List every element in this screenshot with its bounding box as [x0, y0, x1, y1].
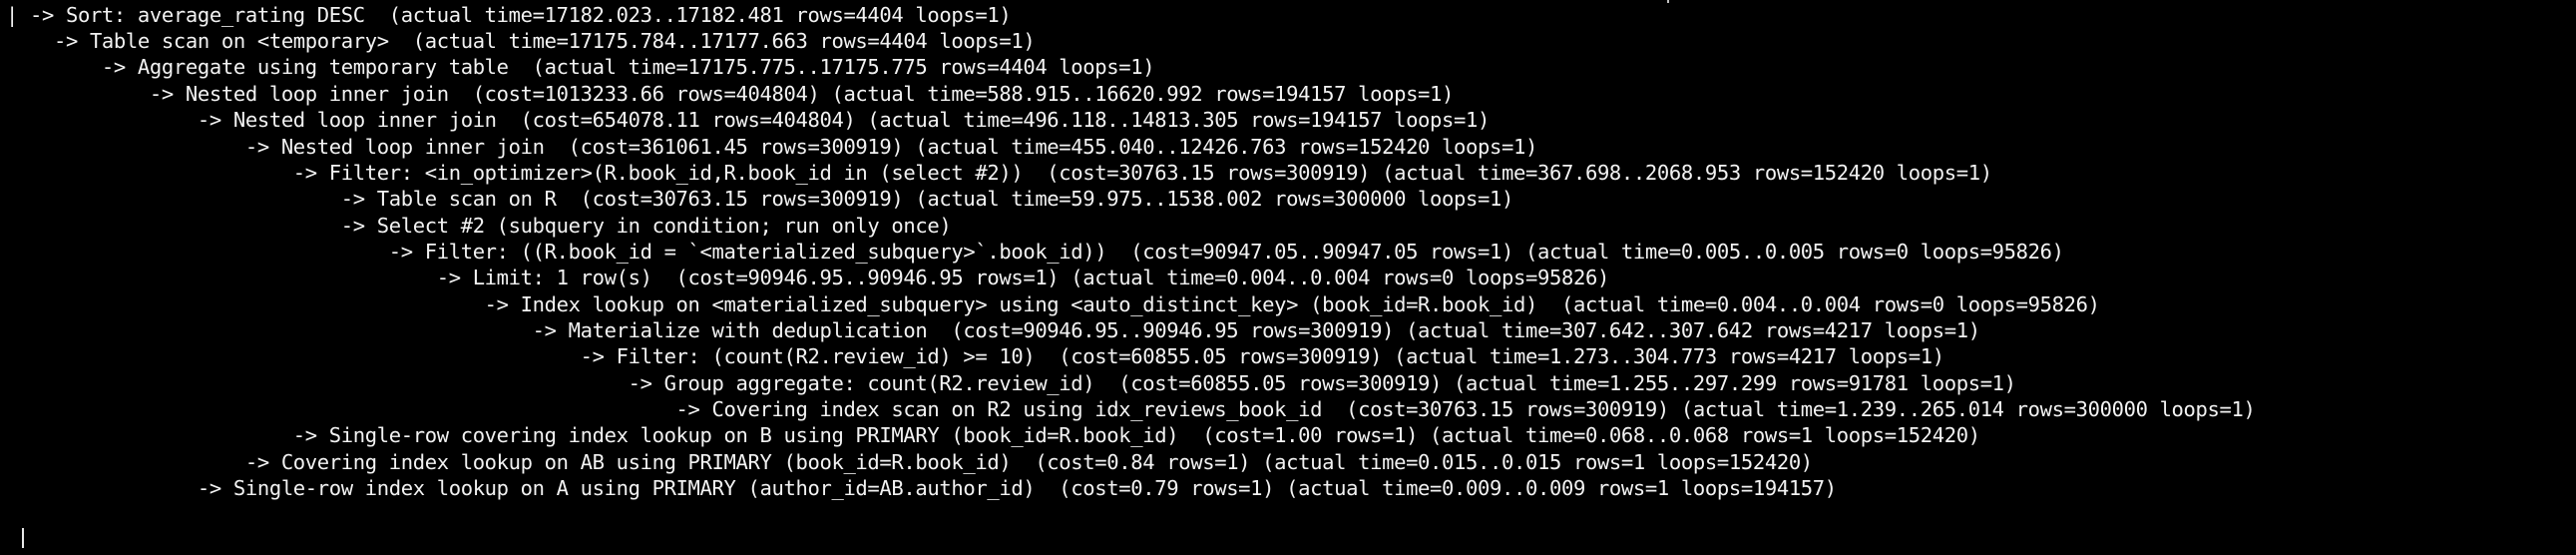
plan-line-sort: | -> Sort: average_rating DESC (actual t…	[6, 3, 1012, 27]
plan-line-table-scan-temporary: -> Table scan on <temporary> (actual tim…	[6, 29, 1036, 53]
plan-line-covering-lookup-ab: -> Covering index lookup on AB using PRI…	[6, 450, 1813, 474]
plan-line-index-lookup-materialized: -> Index lookup on <materialized_subquer…	[6, 292, 2100, 316]
plan-line-single-row-lookup-a: -> Single-row index lookup on A using PR…	[6, 476, 1837, 500]
text-cursor	[22, 528, 24, 548]
plan-line-select-2: -> Select #2 (subquery in condition; run…	[6, 214, 952, 238]
plan-line-nested-loop-2: -> Nested loop inner join (cost=654078.1…	[6, 108, 1491, 132]
top-divider	[1667, 0, 1669, 3]
plan-line-table-scan-r: -> Table scan on R (cost=30763.15 rows=3…	[6, 187, 1514, 211]
plan-line-filter-count: -> Filter: (count(R2.review_id) >= 10) (…	[6, 344, 1944, 368]
plan-line-limit: -> Limit: 1 row(s) (cost=90946.95..90946…	[6, 266, 1610, 289]
plan-line-filter-materialized: -> Filter: ((R.book_id = `<materialized_…	[6, 240, 2064, 264]
terminal-window[interactable]: | -> Sort: average_rating DESC (actual t…	[0, 0, 2576, 555]
plan-line-filter-in-optimizer: -> Filter: <in_optimizer>(R.book_id,R.bo…	[6, 161, 1992, 185]
plan-line-single-row-lookup-b: -> Single-row covering index lookup on B…	[6, 423, 1980, 447]
plan-line-covering-index-scan: -> Covering index scan on R2 using idx_r…	[6, 397, 2256, 421]
plan-line-nested-loop-1: -> Nested loop inner join (cost=1013233.…	[6, 82, 1455, 106]
plan-line-nested-loop-3: -> Nested loop inner join (cost=361061.4…	[6, 135, 1538, 159]
plan-line-group-aggregate: -> Group aggregate: count(R2.review_id) …	[6, 371, 2016, 395]
plan-line-materialize: -> Materialize with deduplication (cost=…	[6, 318, 1980, 342]
plan-line-aggregate: -> Aggregate using temporary table (actu…	[6, 55, 1155, 79]
